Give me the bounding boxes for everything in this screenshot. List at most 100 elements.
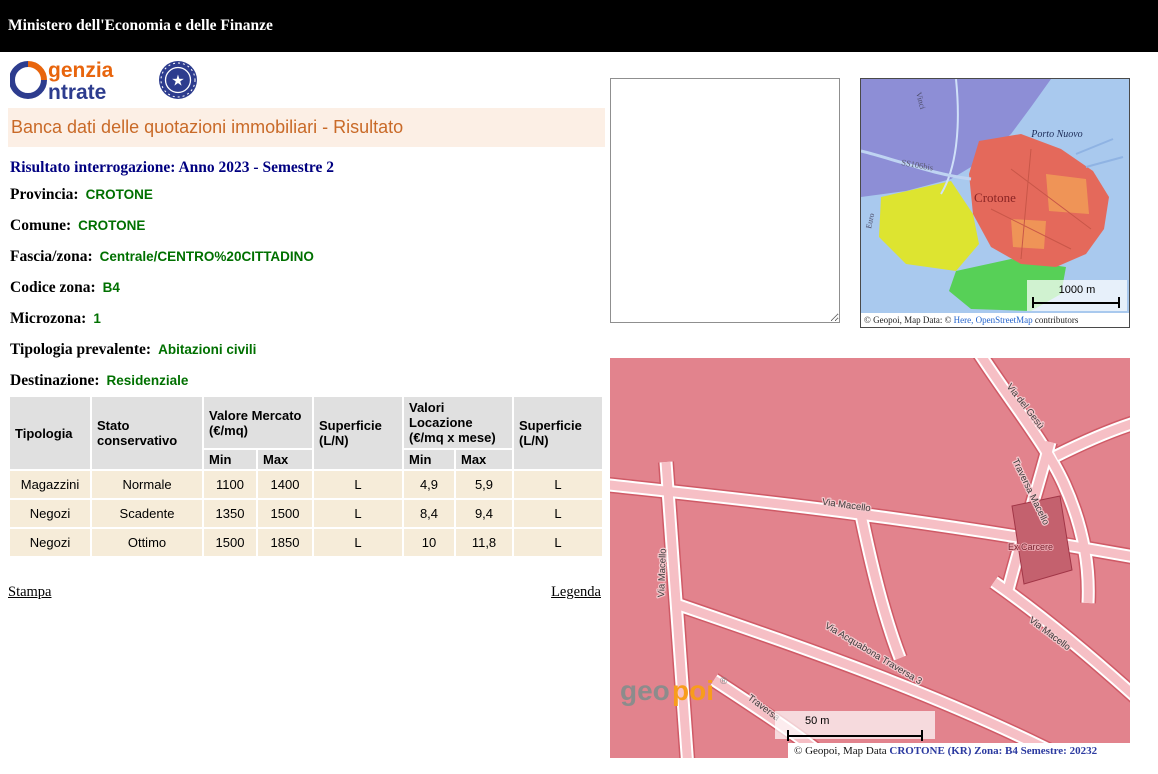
field-label: Provincia:: [10, 186, 79, 203]
cell-stato: Normale: [92, 471, 202, 498]
geopoi-logo-poi: poi: [672, 675, 714, 706]
cell-mercato-min: 1350: [204, 500, 256, 527]
field-label: Fascia/zona:: [10, 248, 93, 265]
cell-stato: Ottimo: [92, 529, 202, 556]
zone-orange-1: [1046, 174, 1089, 214]
cell-superficie-1: L: [314, 500, 402, 527]
cell-mercato-min: 1100: [204, 471, 256, 498]
field-provincia: Provincia: CROTONE: [10, 186, 314, 204]
table-row: Negozi Ottimo 1500 1850 L 10 11,8 L: [10, 529, 602, 556]
cell-mercato-max: 1500: [258, 500, 312, 527]
cell-superficie-1: L: [314, 471, 402, 498]
col-header-tipologia: Tipologia: [10, 397, 90, 469]
field-microzona: Microzona:1: [10, 310, 314, 328]
table-row: Magazzini Normale 1100 1400 L 4,9 5,9 L: [10, 471, 602, 498]
detail-map-attribution: © Geopoi, Map Data CROTONE (KR) Zona: B4…: [788, 743, 1130, 758]
geopoi-logo: geo poi ®: [620, 675, 728, 706]
cell-locazione-max: 5,9: [456, 471, 512, 498]
overview-map-canvas: Porto Nuovo Crotone SS106bis Vinci Euro …: [861, 79, 1129, 313]
cell-superficie-2: L: [514, 500, 602, 527]
street-label-via-macello-left: Via Macello: [656, 548, 669, 597]
field-value: 1: [93, 311, 101, 326]
openstreetmap-link[interactable]: OpenStreetMap: [973, 315, 1032, 325]
agenzia-entrate-logo-art: genzia ntrate ★: [10, 56, 210, 104]
cell-locazione-max: 9,4: [456, 500, 512, 527]
field-value: Residenziale: [107, 373, 189, 388]
overview-scale-bar: 1000 m: [1027, 280, 1127, 311]
field-value: B4: [103, 280, 120, 295]
table-header-row: Tipologia Stato conservativo Valore Merc…: [10, 397, 602, 448]
col-header-min-2: Min: [404, 450, 454, 469]
scale-label: 1000 m: [1059, 284, 1096, 296]
cell-mercato-min: 1500: [204, 529, 256, 556]
col-header-valore-mercato: Valore Mercato (€/mq): [204, 397, 312, 448]
cell-superficie-1: L: [314, 529, 402, 556]
field-tipologia-prevalente: Tipologia prevalente:Abitazioni civili: [10, 341, 314, 359]
col-header-superficie-1: Superficie (L/N): [314, 397, 402, 469]
zone-info: CROTONE (KR) Zona: B4 Semestre: 20232: [889, 745, 1097, 757]
col-header-min-1: Min: [204, 450, 256, 469]
field-value: Centrale/CENTRO%20CITTADINO: [100, 249, 314, 264]
scale-label: 50 m: [805, 715, 829, 727]
result-heading: Risultato interrogazione: Anno 2023 - Se…: [10, 159, 334, 177]
page-title: Banca dati delle quotazioni immobiliari …: [8, 108, 605, 147]
col-header-superficie-2: Superficie (L/N): [514, 397, 602, 469]
field-fascia-zona: Fascia/zona: Centrale/CENTRO%20CITTADINO: [10, 248, 314, 266]
detail-scale-bar: 50 m: [775, 711, 935, 741]
detail-map[interactable]: Via del Gesù Via Macello Via Macello Via…: [610, 358, 1130, 758]
cell-stato: Scadente: [92, 500, 202, 527]
col-header-max-1: Max: [258, 450, 312, 469]
cell-tipologia: Negozi: [10, 529, 90, 556]
field-label: Comune:: [10, 217, 71, 234]
field-value: CROTONE: [86, 187, 153, 202]
geopoi-logo-geo: geo: [620, 675, 670, 706]
table-row: Negozi Scadente 1350 1500 L 8,4 9,4 L: [10, 500, 602, 527]
cell-superficie-2: L: [514, 529, 602, 556]
map-label-ex-carcere: Ex Carcere: [1008, 542, 1053, 552]
logo-text-agenzia: genzia: [48, 59, 114, 82]
attribution-suffix: contributors: [1033, 315, 1079, 325]
geopoi-logo-reg: ®: [720, 676, 728, 687]
field-label: Codice zona:: [10, 279, 96, 296]
scale-backdrop: [775, 711, 935, 739]
quotes-table: Tipologia Stato conservativo Valore Merc…: [8, 395, 604, 558]
logo-emblem-star-icon: ★: [171, 73, 184, 90]
cell-locazione-min: 10: [404, 529, 454, 556]
overview-map[interactable]: Porto Nuovo Crotone SS106bis Vinci Euro …: [860, 78, 1130, 328]
logo-text-entrate: ntrate: [48, 81, 106, 104]
field-value: CROTONE: [78, 218, 145, 233]
cell-tipologia: Negozi: [10, 500, 90, 527]
field-codice-zona: Codice zona: B4: [10, 279, 314, 297]
result-fields: Provincia: CROTONE Comune: CROTONE Fascia/…: [10, 186, 314, 403]
attribution-prefix: © Geopoi, Map Data: ©: [864, 315, 954, 325]
agenzia-entrate-logo: genzia ntrate ★: [10, 56, 210, 104]
cell-locazione-min: 4,9: [404, 471, 454, 498]
cell-superficie-2: L: [514, 471, 602, 498]
cell-tipologia: Magazzini: [10, 471, 90, 498]
attribution-text: © Geopoi, Map Data: [794, 745, 889, 757]
field-label: Tipologia prevalente:: [10, 341, 151, 358]
logo-swirl-orange: [28, 64, 44, 80]
cell-mercato-max: 1850: [258, 529, 312, 556]
map-label-crotone: Crotone: [974, 190, 1016, 205]
here-link[interactable]: Here,: [954, 315, 974, 325]
notes-box-wrap: [610, 78, 840, 328]
actions-row: Stampa Legenda: [8, 584, 601, 601]
col-header-max-2: Max: [456, 450, 512, 469]
field-label: Destinazione:: [10, 372, 100, 389]
field-destinazione: Destinazione: Residenziale: [10, 372, 314, 390]
cell-locazione-min: 8,4: [404, 500, 454, 527]
ministry-bar: Ministero dell'Economia e delle Finanze: [0, 0, 1158, 52]
stampa-link[interactable]: Stampa: [8, 584, 52, 601]
cell-mercato-max: 1400: [258, 471, 312, 498]
field-comune: Comune: CROTONE: [10, 217, 314, 235]
overview-map-attribution: © Geopoi, Map Data: © Here, OpenStreetMa…: [861, 313, 1129, 327]
map-label-porto-nuovo: Porto Nuovo: [1030, 129, 1082, 140]
detail-map-canvas: Via del Gesù Via Macello Via Macello Via…: [610, 358, 1130, 758]
col-header-valori-locazione: Valori Locazione (€/mq x mese): [404, 397, 512, 448]
ministry-title: Ministero dell'Economia e delle Finanze: [0, 17, 273, 35]
cell-locazione-max: 11,8: [456, 529, 512, 556]
quotes-table-wrap: Tipologia Stato conservativo Valore Merc…: [8, 395, 604, 558]
info-textarea[interactable]: [610, 78, 840, 323]
legenda-link[interactable]: Legenda: [551, 584, 601, 601]
